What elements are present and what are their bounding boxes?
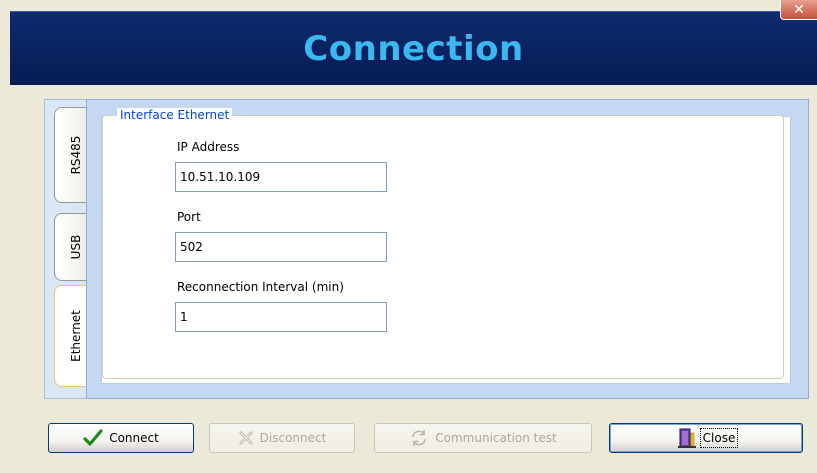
close-icon: ✕ xyxy=(793,1,805,18)
port-input[interactable] xyxy=(175,232,387,262)
tab-label-ethernet: Ethernet xyxy=(68,310,83,362)
disconnect-button[interactable]: Disconnect xyxy=(209,423,355,453)
ip-address-input[interactable] xyxy=(175,162,387,192)
checkmark-icon xyxy=(83,429,103,447)
reconnection-interval-input[interactable] xyxy=(175,302,387,332)
close-button[interactable]: Close xyxy=(609,423,803,453)
connect-label: Connect xyxy=(109,431,159,445)
group-legend: Interface Ethernet xyxy=(117,108,233,122)
disconnect-label: Disconnect xyxy=(259,431,327,445)
interface-ethernet-group: Interface Ethernet IP Address Port Recon… xyxy=(102,108,784,379)
port-label: Port xyxy=(177,210,201,224)
disconnect-x-icon xyxy=(238,430,254,446)
dialog-body: RS485 USB Ethernet Interface Ethernet IP… xyxy=(10,85,817,473)
close-label: Close xyxy=(699,428,739,448)
window-title: Connection xyxy=(303,29,524,69)
communication-test-label: Communication test xyxy=(435,431,557,445)
communication-test-button[interactable]: Communication test xyxy=(374,423,592,453)
connect-button[interactable]: Connect xyxy=(48,423,194,453)
tab-label-usb: USB xyxy=(68,234,83,260)
close-window-button[interactable]: ✕ xyxy=(780,0,817,20)
reconnection-interval-label: Reconnection Interval (min) xyxy=(177,280,344,294)
ip-address-label: IP Address xyxy=(177,140,240,154)
refresh-icon xyxy=(409,428,429,448)
title-bar: Connection xyxy=(10,11,817,85)
door-exit-icon xyxy=(677,427,697,449)
tab-label-rs485: RS485 xyxy=(68,135,83,175)
